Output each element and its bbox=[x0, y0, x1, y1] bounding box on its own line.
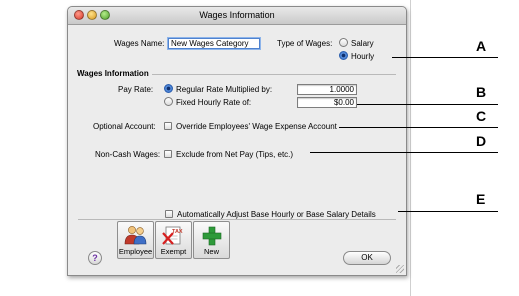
salary-radio-label[interactable]: Salary bbox=[351, 39, 374, 48]
wages-name-field[interactable]: New Wages Category bbox=[168, 38, 260, 49]
ok-button[interactable]: OK bbox=[343, 251, 391, 265]
override-account-label[interactable]: Override Employees' Wage Expense Account bbox=[176, 122, 337, 131]
regular-rate-radio[interactable] bbox=[164, 84, 173, 93]
callout-line-c bbox=[339, 127, 498, 128]
hourly-radio-label[interactable]: Hourly bbox=[351, 52, 374, 61]
tax-exempt-icon: TAX bbox=[162, 226, 183, 245]
employees-icon bbox=[124, 226, 147, 245]
plus-icon bbox=[202, 226, 222, 246]
wages-information-heading: Wages Information bbox=[77, 69, 149, 78]
non-cash-wages-label: Non-Cash Wages: bbox=[95, 150, 161, 159]
resize-grip[interactable] bbox=[396, 265, 404, 273]
tax-text: TAX bbox=[172, 229, 183, 235]
employee-button[interactable]: Employee bbox=[117, 221, 154, 259]
hourly-radio[interactable] bbox=[339, 51, 348, 60]
auto-adjust-checkbox[interactable] bbox=[165, 210, 173, 218]
regular-rate-field[interactable]: 1.0000 bbox=[297, 84, 357, 95]
salary-radio[interactable] bbox=[339, 38, 348, 47]
callout-letter-b: B bbox=[476, 84, 487, 100]
section-separator bbox=[152, 74, 396, 75]
window-title: Wages Information bbox=[199, 10, 275, 20]
callout-line-a bbox=[392, 57, 498, 58]
exclude-net-pay-checkbox[interactable] bbox=[164, 150, 172, 158]
callout-letter-d: D bbox=[476, 133, 487, 149]
pay-rate-label: Pay Rate: bbox=[118, 85, 154, 94]
wages-information-window: Wages Information Wages Name: New Wages … bbox=[67, 6, 407, 276]
optional-account-label: Optional Account: bbox=[93, 122, 156, 131]
callout-line-e bbox=[398, 211, 498, 212]
title-bar: Wages Information bbox=[68, 7, 406, 25]
auto-adjust-label[interactable]: Automatically Adjust Base Hourly or Base… bbox=[177, 210, 376, 219]
help-button[interactable]: ? bbox=[88, 251, 102, 265]
page-divider-line bbox=[410, 0, 411, 296]
exempt-button-label: Exempt bbox=[160, 247, 187, 256]
fixed-rate-label[interactable]: Fixed Hourly Rate of: bbox=[176, 98, 251, 107]
new-button-label: New bbox=[203, 247, 219, 256]
bottom-separator bbox=[78, 219, 396, 220]
exclude-net-pay-label[interactable]: Exclude from Net Pay (Tips, etc.) bbox=[176, 150, 293, 159]
new-button[interactable]: New bbox=[193, 221, 230, 259]
callout-letter-e: E bbox=[476, 191, 486, 207]
override-account-checkbox[interactable] bbox=[164, 122, 172, 130]
fixed-rate-field[interactable]: $0.00 bbox=[297, 97, 357, 108]
fixed-rate-radio[interactable] bbox=[164, 97, 173, 106]
employee-button-label: Employee bbox=[118, 247, 153, 256]
regular-rate-label[interactable]: Regular Rate Multiplied by: bbox=[176, 85, 272, 94]
callout-line-d bbox=[310, 152, 498, 153]
exempt-button[interactable]: TAX Exempt bbox=[155, 221, 192, 259]
type-of-wages-label: Type of Wages: bbox=[277, 39, 333, 48]
callout-line-b bbox=[357, 104, 498, 105]
wages-name-label: Wages Name: bbox=[114, 39, 165, 48]
callout-letter-a: A bbox=[476, 38, 487, 54]
callout-letter-c: C bbox=[476, 108, 487, 124]
